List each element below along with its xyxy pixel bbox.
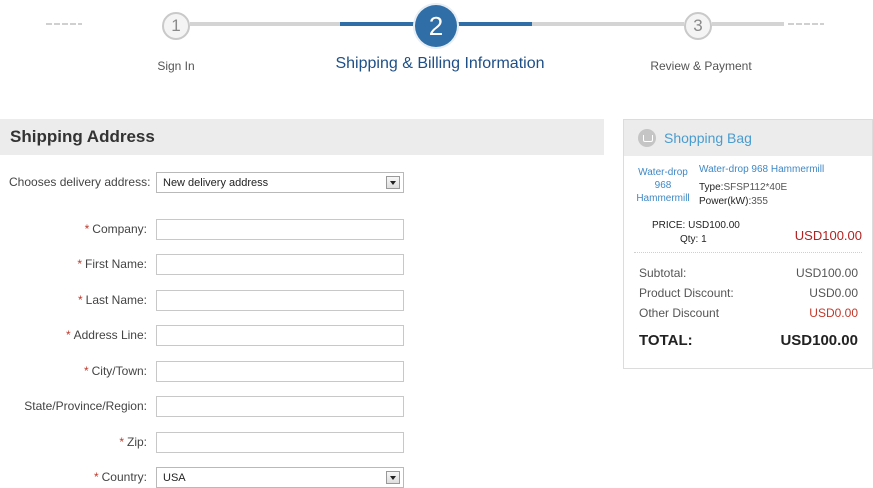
address-line-input[interactable]: [156, 325, 404, 346]
step-1-label[interactable]: Sign In: [76, 59, 276, 73]
delivery-address-select[interactable]: New delivery address: [156, 172, 404, 193]
last-name-input[interactable]: [156, 290, 404, 311]
required-mark: *: [84, 222, 90, 236]
subtotal-value: USD100.00: [795, 266, 858, 280]
step-2-label: Shipping & Billing Information: [335, 55, 545, 72]
step-2-circle: 2: [415, 5, 457, 47]
bag-divider: [634, 252, 862, 253]
city-input[interactable]: [156, 361, 404, 382]
company-row: * Company:: [0, 219, 604, 241]
other-discount-row: Other Discount USD0.00: [639, 306, 858, 320]
product-name-link[interactable]: Water-drop 968 Hammermill: [699, 164, 824, 175]
delivery-address-row: Chooses delivery address: New delivery a…: [0, 172, 604, 194]
product-price: PRICE: USD100.00: [652, 220, 740, 231]
total-value: USD100.00: [780, 332, 858, 349]
zip-input[interactable]: [156, 432, 404, 453]
thumb-line-1: Water-drop: [638, 167, 688, 178]
progress-track-3: [712, 22, 784, 26]
total-label: TOTAL:: [639, 332, 693, 349]
product-discount-row: Product Discount: USD0.00: [639, 286, 858, 300]
step-3-circle: 3: [684, 12, 712, 40]
step-3-number: 3: [693, 16, 703, 35]
step-1-number: 1: [171, 16, 181, 35]
product-discount-value: USD0.00: [809, 286, 858, 300]
country-value: USA: [163, 472, 186, 484]
thumb-line-2: 968: [654, 180, 672, 191]
required-mark: *: [65, 328, 71, 342]
delivery-address-label: Chooses delivery address:: [9, 175, 151, 189]
chevron-down-icon[interactable]: [386, 471, 400, 484]
required-mark: *: [77, 293, 83, 307]
product-discount-label: Product Discount:: [639, 286, 734, 300]
product-thumbnail[interactable]: Water-drop 968 Hammermill: [634, 166, 692, 205]
state-input[interactable]: [156, 396, 404, 417]
progress-dots-right: [788, 23, 824, 25]
shipping-address-title: Shipping Address: [10, 127, 155, 146]
subtotal-row: Subtotal: USD100.00: [639, 266, 858, 280]
last-name-row: * Last Name:: [0, 290, 604, 312]
progress-track-2: [532, 22, 684, 26]
other-discount-value: USD0.00: [809, 306, 858, 320]
country-select[interactable]: USA: [156, 467, 404, 488]
shopping-bag-icon: [638, 129, 656, 147]
city-label: * City/Town:: [83, 364, 147, 378]
first-name-row: * First Name:: [0, 254, 604, 276]
shopping-bag-title: Shopping Bag: [664, 130, 752, 146]
required-mark: *: [119, 435, 124, 449]
other-discount-label: Other Discount: [639, 306, 720, 320]
product-line-total: USD100.00: [794, 228, 862, 243]
subtotal-label: Subtotal:: [639, 266, 687, 280]
address-line-label: * Address Line:: [65, 328, 147, 342]
required-mark: *: [93, 470, 99, 484]
zip-label: * Zip:: [119, 435, 147, 449]
state-row: State/Province/Region:: [0, 396, 604, 418]
first-name-input[interactable]: [156, 254, 404, 275]
checkout-progress: 1 2 3 Sign In Shipping & Billing Informa…: [0, 0, 873, 90]
progress-dots-left: [46, 23, 82, 25]
shipping-address-header: Shipping Address: [0, 119, 604, 155]
required-mark: *: [83, 364, 89, 378]
delivery-address-value: New delivery address: [163, 177, 269, 189]
chevron-down-icon[interactable]: [386, 176, 400, 189]
company-label: * Company:: [84, 222, 147, 236]
first-name-label: * First Name:: [77, 257, 147, 271]
required-mark: *: [77, 257, 82, 271]
total-row: TOTAL: USD100.00: [639, 332, 858, 349]
progress-track-1: [190, 22, 340, 26]
last-name-label: * Last Name:: [77, 293, 147, 307]
country-row: * Country: USA: [0, 467, 604, 488]
company-input[interactable]: [156, 219, 404, 240]
address-line-row: * Address Line:: [0, 325, 604, 347]
shopping-bag-header: Shopping Bag: [624, 120, 872, 156]
product-type: Type:SFSP112*40E: [699, 182, 788, 193]
step-3-label: Review & Payment: [650, 59, 752, 73]
shopping-bag-panel: Shopping Bag Water-drop 968 Hammermill W…: [623, 119, 873, 369]
thumb-line-3: Hammermill: [636, 193, 690, 204]
zip-row: * Zip:: [0, 432, 604, 454]
city-row: * City/Town:: [0, 361, 604, 383]
step-2-number: 2: [428, 10, 444, 41]
state-label: State/Province/Region:: [24, 399, 147, 413]
country-label: * Country:: [93, 470, 147, 484]
product-quantity: Qty: 1: [680, 234, 707, 245]
step-1-circle[interactable]: 1: [162, 12, 190, 40]
product-power: Power(kW):355: [699, 196, 768, 207]
